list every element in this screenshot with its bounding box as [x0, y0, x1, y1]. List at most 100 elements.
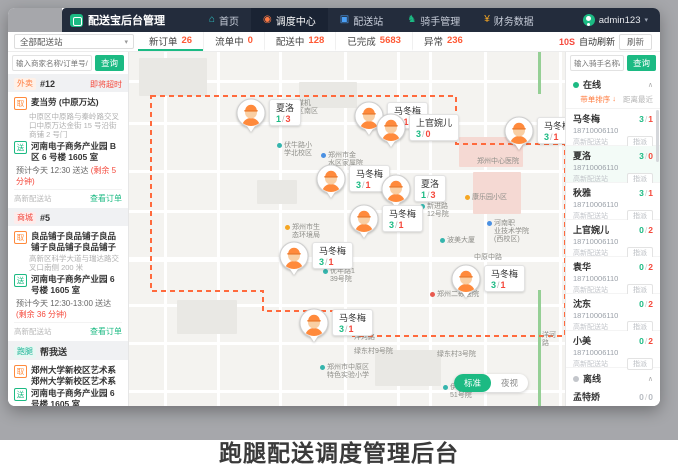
map-poi: 郑州中心医院: [470, 158, 519, 166]
courier-name: 马冬梅: [389, 207, 416, 220]
refresh-button[interactable]: 刷新: [619, 34, 652, 50]
offline-section-header[interactable]: 离线 ∧: [566, 368, 660, 387]
nav-item[interactable]: ⌂ 首页: [197, 8, 251, 32]
rider-row[interactable]: 秋雅 3/1 18710006110 高新配送站 指派: [566, 183, 660, 220]
rider-row[interactable]: 袁华 0/2 18710006110 高新配送站 指派: [566, 257, 660, 294]
courier-avatar-icon: [376, 113, 406, 147]
nav-item[interactable]: ▣ 配送站: [328, 8, 395, 32]
courier-marker[interactable]: 马冬梅 3/1: [279, 241, 353, 275]
order-number: #12: [40, 79, 55, 89]
map-block: [139, 58, 207, 96]
riders-panel: 查询 在线 ∧ 带单排序 ↓ 距离最近 马冬梅 3/1: [565, 52, 660, 406]
poi-dot-icon: [443, 385, 448, 390]
poi-dot-icon: [467, 255, 472, 260]
map-block: [177, 300, 237, 334]
courier-marker[interactable]: 马冬梅 3/1: [451, 264, 525, 298]
rider-row-bottom: 高新配送站 指派: [573, 358, 653, 370]
rider-row[interactable]: 上官婉儿 0/2 18710006110 高新配送站 指派: [566, 220, 660, 257]
rider-row[interactable]: 夏洛 3/0 18710006110 高新配送站 指派: [566, 146, 660, 183]
poi-label: 伏牛路小 学北校区: [284, 142, 312, 158]
rider-row-top: 小美 0/2: [573, 334, 653, 347]
rider-search-input[interactable]: [570, 55, 624, 71]
nav-item[interactable]: ◉ 调度中心: [251, 8, 328, 32]
courier-marker[interactable]: 上官婉儿 3/0: [376, 113, 459, 147]
nav-item-label: 首页: [219, 13, 239, 28]
rider-row[interactable]: 孟特娇 0/0 18710006110 高新配送站: [566, 387, 660, 406]
courier-marker[interactable]: 马冬梅 3/1: [299, 308, 373, 342]
online-status-dot: [573, 82, 579, 88]
user-menu[interactable]: admin123 ▾: [583, 14, 660, 26]
pickup-address: 高新区科学大道与瑞达路交叉口南侧 200 米: [29, 254, 122, 272]
order-card: 外卖 #12 即将超时 取 麦当劳 (中原万达) 中原区中原路与秦岭路交叉口中原…: [8, 74, 128, 208]
dispatch-map[interactable]: 郑煤机 社区南区 伏牛路小 学北校区 郑州市金 水区家属院 郑州中心医院 康乐园…: [129, 52, 565, 406]
courier-marker[interactable]: 马冬梅 3/1: [316, 164, 390, 198]
rider-order-stats: 0/2: [639, 299, 653, 309]
order-card-body[interactable]: 取 麦当劳 (中原万达) 中原区中原路与秦岭路交叉口中原万达金街 15 号沿街商…: [8, 92, 128, 208]
navbar-row: 配送宝后台管理 ⌂ 首页 ◉ 调度中心 ▣ 配送站 ♞ 骑手管理: [8, 8, 660, 32]
map-mode-button[interactable]: 夜视: [491, 374, 528, 392]
courier-marker[interactable]: 马冬梅 3/1: [349, 204, 423, 238]
rider-row[interactable]: 小美 0/2 18710006110 高新配送站 指派: [566, 331, 660, 368]
courier-name: 马冬梅: [544, 119, 565, 132]
app-logo: 配送宝后台管理: [62, 12, 175, 28]
map-road: [129, 342, 565, 345]
navbar-gap: [8, 8, 62, 32]
courier-marker[interactable]: 夏洛 1/3: [381, 174, 446, 208]
rider-name: 小美: [573, 334, 591, 347]
map-mode-button[interactable]: 标准: [454, 374, 491, 392]
order-card-body[interactable]: 取 郑州大学新校区艺术系郑州大学新校区艺术系 送 河南电子商务产业园 6 号楼 …: [8, 360, 128, 406]
order-tab[interactable]: 新订单 26: [138, 32, 203, 51]
dropoff-icon: 送: [14, 141, 27, 154]
map-poi: 绿东村3号院: [430, 351, 476, 359]
poi-dot-icon: [347, 349, 352, 354]
courier-marker[interactable]: 夏洛 1/3: [236, 98, 301, 132]
nav-item-label: 财务数据: [494, 13, 534, 28]
rider-phone: 18710006110: [573, 163, 653, 172]
tab-count: 26: [182, 35, 193, 46]
order-search-button[interactable]: 查询: [95, 55, 124, 71]
nav-item[interactable]: ¥ 财务数据: [472, 8, 546, 32]
poi-dot-icon: [321, 153, 326, 158]
station-name: 高新配送站: [14, 326, 52, 337]
station-filter-select[interactable]: 全部配送站 ▾: [14, 34, 134, 49]
order-tab[interactable]: 配送中 128: [264, 32, 335, 51]
order-tab[interactable]: 已完成 5683: [335, 32, 412, 51]
orders-overdue-count: 1: [349, 324, 354, 334]
poi-dot-icon: [465, 195, 470, 200]
rider-overdue-count: 2: [648, 225, 653, 235]
order-tab[interactable]: 异常 236: [412, 32, 474, 51]
view-order-link[interactable]: 查看订单: [90, 326, 122, 337]
sort-by-distance[interactable]: 距离最近: [623, 94, 653, 105]
scrollbar[interactable]: [656, 110, 659, 162]
courier-marker[interactable]: 马冬梅 3/1: [504, 116, 565, 150]
orders-overdue-count: 1: [501, 280, 506, 290]
map-poi: 波美大厦: [440, 237, 475, 245]
online-section-header[interactable]: 在线 ∧: [566, 74, 660, 93]
assign-button[interactable]: 指派: [627, 358, 653, 370]
order-tab[interactable]: 流单中 0: [203, 32, 264, 51]
rider-overdue-count: 2: [648, 336, 653, 346]
rider-order-stats: 0/0: [639, 392, 653, 402]
order-card-header: 外卖 #12 即将超时: [8, 74, 128, 92]
sort-by-orders[interactable]: 带单排序: [580, 94, 610, 105]
online-rider-list: 马冬梅 3/1 18710006110 高新配送站 指派 夏洛 3/0: [566, 109, 660, 368]
dropoff-row: 送 河南电子商务产业园 6 号楼 1605 室: [14, 388, 122, 406]
rider-row[interactable]: 沈东 0/2 18710006110 高新配送站 指派: [566, 294, 660, 331]
rider-station: 高新配送站: [573, 359, 608, 369]
online-section-title: 在线: [583, 78, 601, 91]
view-order-link[interactable]: 查看订单: [90, 193, 122, 204]
rider-row[interactable]: 马冬梅 3/1 18710006110 高新配送站 指派: [566, 109, 660, 146]
pickup-row: 取 麦当劳 (中原万达): [14, 97, 122, 110]
poi-label: 郑州市中原区 特色实验小学: [327, 364, 369, 380]
chevron-down-icon: ▾: [124, 38, 128, 46]
chevron-down-icon: ▾: [644, 16, 648, 24]
courier-name: 马冬梅: [319, 244, 346, 257]
collapse-icon[interactable]: ∧: [648, 375, 653, 383]
rider-search-button[interactable]: 查询: [627, 55, 656, 71]
order-search-input[interactable]: [12, 55, 92, 71]
order-card-body[interactable]: 取 良品铺子良品铺子良品铺子良品铺子良品铺子 高新区科学大道与瑞达路交叉口南侧 …: [8, 226, 128, 341]
map-poi: 河南职 业技术学院 (西校区): [487, 220, 529, 244]
courier-marker-label: 马冬梅 3/1: [484, 265, 525, 292]
nav-item[interactable]: ♞ 骑手管理: [395, 8, 472, 32]
collapse-icon[interactable]: ∧: [648, 81, 653, 89]
